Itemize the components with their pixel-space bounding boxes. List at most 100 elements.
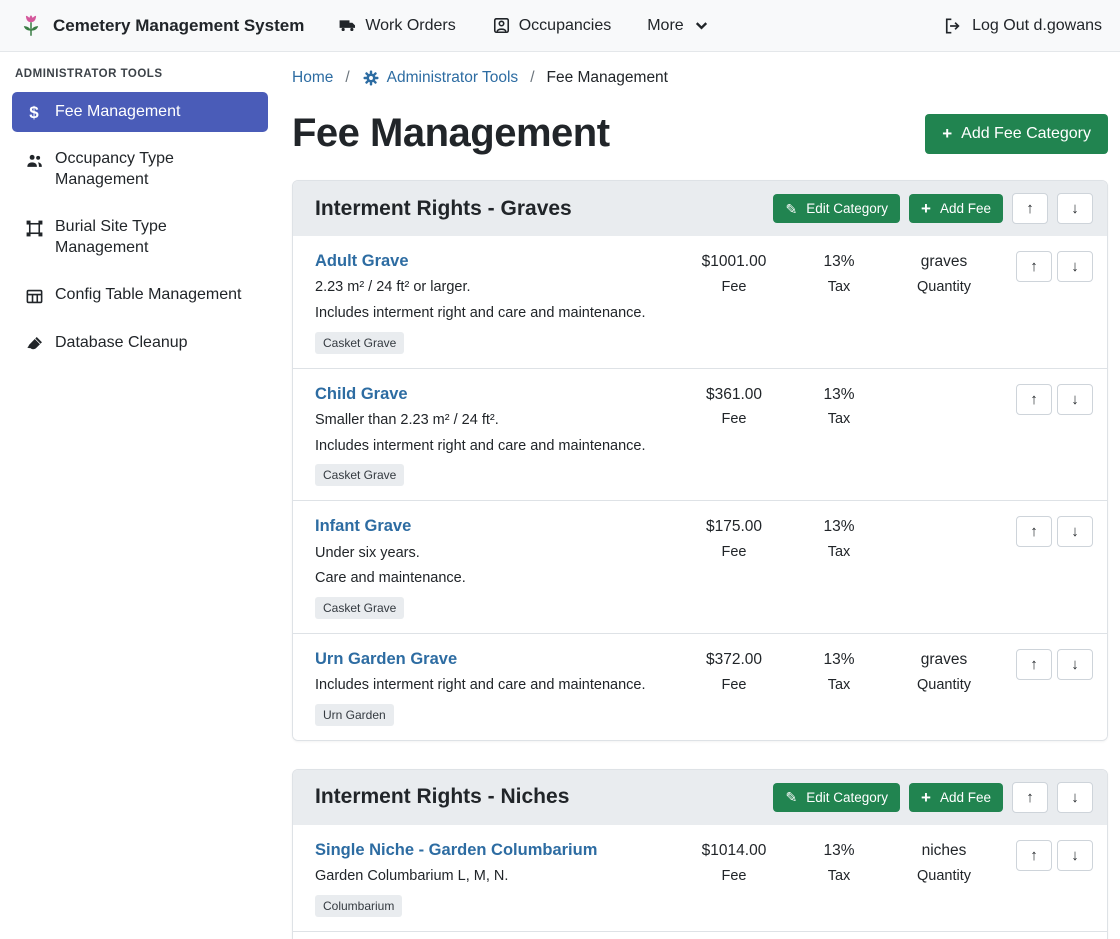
breadcrumb-separator: / — [530, 69, 534, 87]
fee-name-link[interactable]: Child Grave — [315, 384, 408, 405]
fee-description: Care and maintenance. — [315, 569, 672, 589]
page-title: Fee Management — [292, 111, 610, 156]
sidebar-item-burial-site-type-management[interactable]: Burial Site Type Management — [12, 207, 268, 268]
fee-quantity-label: Quantity — [888, 279, 1000, 295]
category-card-graves: Interment Rights - Graves ✎ Edit Categor… — [292, 180, 1108, 741]
fee-tax-label: Tax — [790, 677, 888, 693]
move-fee-up-button[interactable]: ↑ — [1016, 516, 1052, 547]
fee-amount: $1014.00 — [678, 841, 790, 862]
app-title: Cemetery Management System — [53, 16, 304, 36]
edit-category-button[interactable]: ✎ Edit Category — [773, 194, 900, 223]
fee-type-badge: Casket Grave — [315, 332, 404, 354]
fee-tax: 13% — [790, 841, 888, 862]
fee-type-badge: Columbarium — [315, 895, 402, 917]
move-fee-up-button[interactable]: ↑ — [1016, 251, 1052, 282]
fee-amount-column: $361.00 Fee — [678, 384, 790, 428]
plus-icon: + — [921, 790, 931, 805]
pencil-icon: ✎ — [785, 790, 797, 804]
fee-amount-column: $1001.00 Fee — [678, 251, 790, 295]
breadcrumb-separator: / — [345, 69, 349, 87]
nav-more[interactable]: More — [647, 16, 710, 35]
broom-icon — [24, 335, 44, 354]
breadcrumb-home[interactable]: Home — [292, 69, 333, 87]
nav-occupancies[interactable]: Occupancies — [492, 16, 612, 35]
fee-quantity-label: Quantity — [888, 677, 1000, 693]
edit-category-button[interactable]: ✎ Edit Category — [773, 783, 900, 812]
category-title: Interment Rights - Graves — [315, 197, 572, 221]
fee-row: Companion Niche - Garden Columbarium Gar… — [293, 931, 1107, 939]
fee-name-link[interactable]: Urn Garden Grave — [315, 649, 457, 670]
logout-link[interactable]: Log Out d.gowans — [943, 16, 1102, 36]
fee-tax-column: 13% Tax — [790, 384, 888, 428]
sidebar-item-occupancy-type-management[interactable]: Occupancy Type Management — [12, 139, 268, 200]
fee-name-link[interactable]: Infant Grave — [315, 516, 411, 537]
fee-description: Smaller than 2.23 m² / 24 ft². — [315, 411, 672, 431]
fee-description: Includes interment right and care and ma… — [315, 676, 672, 696]
fee-tax: 13% — [790, 385, 888, 406]
move-fee-down-button[interactable]: ↓ — [1057, 251, 1093, 282]
fee-tax-column: 13% Tax — [790, 516, 888, 560]
move-category-up-button[interactable]: ↑ — [1012, 782, 1048, 813]
sidebar-item-database-cleanup[interactable]: Database Cleanup — [12, 323, 268, 364]
breadcrumb-current: Fee Management — [547, 69, 669, 87]
move-fee-up-button[interactable]: ↑ — [1016, 384, 1052, 415]
fee-quantity: graves — [888, 252, 1000, 273]
fee-amount-label: Fee — [678, 411, 790, 427]
move-fee-down-button[interactable]: ↓ — [1057, 516, 1093, 547]
move-category-up-button[interactable]: ↑ — [1012, 193, 1048, 224]
fee-quantity-column: graves Quantity — [888, 251, 1000, 295]
sidebar: ADMINISTRATOR TOOLS $ Fee Management Occ… — [0, 52, 280, 939]
tulip-logo-icon — [18, 13, 44, 39]
fee-tax: 13% — [790, 650, 888, 671]
move-fee-up-button[interactable]: ↑ — [1016, 840, 1052, 871]
add-fee-button[interactable]: + Add Fee — [909, 194, 1003, 223]
top-navbar: Cemetery Management System Work Orders O… — [0, 0, 1120, 52]
fee-type-badge: Urn Garden — [315, 704, 394, 726]
fee-amount-label: Fee — [678, 544, 790, 560]
nav-links: Work Orders Occupancies More — [338, 16, 710, 35]
fee-quantity-column: niches Quantity — [888, 840, 1000, 884]
sidebar-item-config-table-management[interactable]: Config Table Management — [12, 275, 268, 316]
vector-square-icon — [24, 219, 44, 238]
fee-tax-column: 13% Tax — [790, 251, 888, 295]
add-fee-category-button[interactable]: + Add Fee Category — [925, 114, 1108, 154]
sidebar-heading: ADMINISTRATOR TOOLS — [12, 68, 268, 92]
fee-type-badge: Casket Grave — [315, 464, 404, 486]
category-card-niches: Interment Rights - Niches ✎ Edit Categor… — [292, 769, 1108, 939]
add-fee-button[interactable]: + Add Fee — [909, 783, 1003, 812]
category-header: Interment Rights - Niches ✎ Edit Categor… — [293, 770, 1107, 825]
move-category-down-button[interactable]: ↓ — [1057, 782, 1093, 813]
fee-amount: $361.00 — [678, 385, 790, 406]
sidebar-item-fee-management[interactable]: $ Fee Management — [12, 92, 268, 132]
move-fee-down-button[interactable]: ↓ — [1057, 840, 1093, 871]
move-fee-up-button[interactable]: ↑ — [1016, 649, 1052, 680]
fee-tax: 13% — [790, 517, 888, 538]
brand[interactable]: Cemetery Management System — [18, 13, 304, 39]
move-fee-down-button[interactable]: ↓ — [1057, 649, 1093, 680]
fee-quantity-column — [888, 516, 1000, 523]
fee-tax-label: Tax — [790, 411, 888, 427]
fee-description: Includes interment right and care and ma… — [315, 304, 672, 324]
breadcrumb-administrator-tools[interactable]: Administrator Tools — [362, 69, 519, 87]
fee-tax-label: Tax — [790, 868, 888, 884]
nav-work-orders[interactable]: Work Orders — [338, 16, 455, 35]
fee-amount-column: $175.00 Fee — [678, 516, 790, 560]
fee-quantity-label: Quantity — [888, 868, 1000, 884]
move-fee-down-button[interactable]: ↓ — [1057, 384, 1093, 415]
move-category-down-button[interactable]: ↓ — [1057, 193, 1093, 224]
fee-tax-column: 13% Tax — [790, 649, 888, 693]
fee-name-link[interactable]: Adult Grave — [315, 251, 409, 272]
fee-amount-label: Fee — [678, 279, 790, 295]
fee-description: 2.23 m² / 24 ft² or larger. — [315, 278, 672, 298]
breadcrumb: Home / Administrator Tools / Fee Managem… — [292, 65, 1108, 87]
fee-amount-column: $1014.00 Fee — [678, 840, 790, 884]
truck-icon — [338, 16, 357, 35]
category-title: Interment Rights - Niches — [315, 785, 569, 809]
fee-amount-column: $372.00 Fee — [678, 649, 790, 693]
fee-amount: $175.00 — [678, 517, 790, 538]
fee-row: Adult Grave 2.23 m² / 24 ft² or larger. … — [293, 236, 1107, 368]
sign-out-icon — [943, 16, 963, 36]
main-content: Home / Administrator Tools / Fee Managem… — [280, 52, 1120, 939]
fee-row: Child Grave Smaller than 2.23 m² / 24 ft… — [293, 368, 1107, 501]
fee-name-link[interactable]: Single Niche - Garden Columbarium — [315, 840, 597, 861]
